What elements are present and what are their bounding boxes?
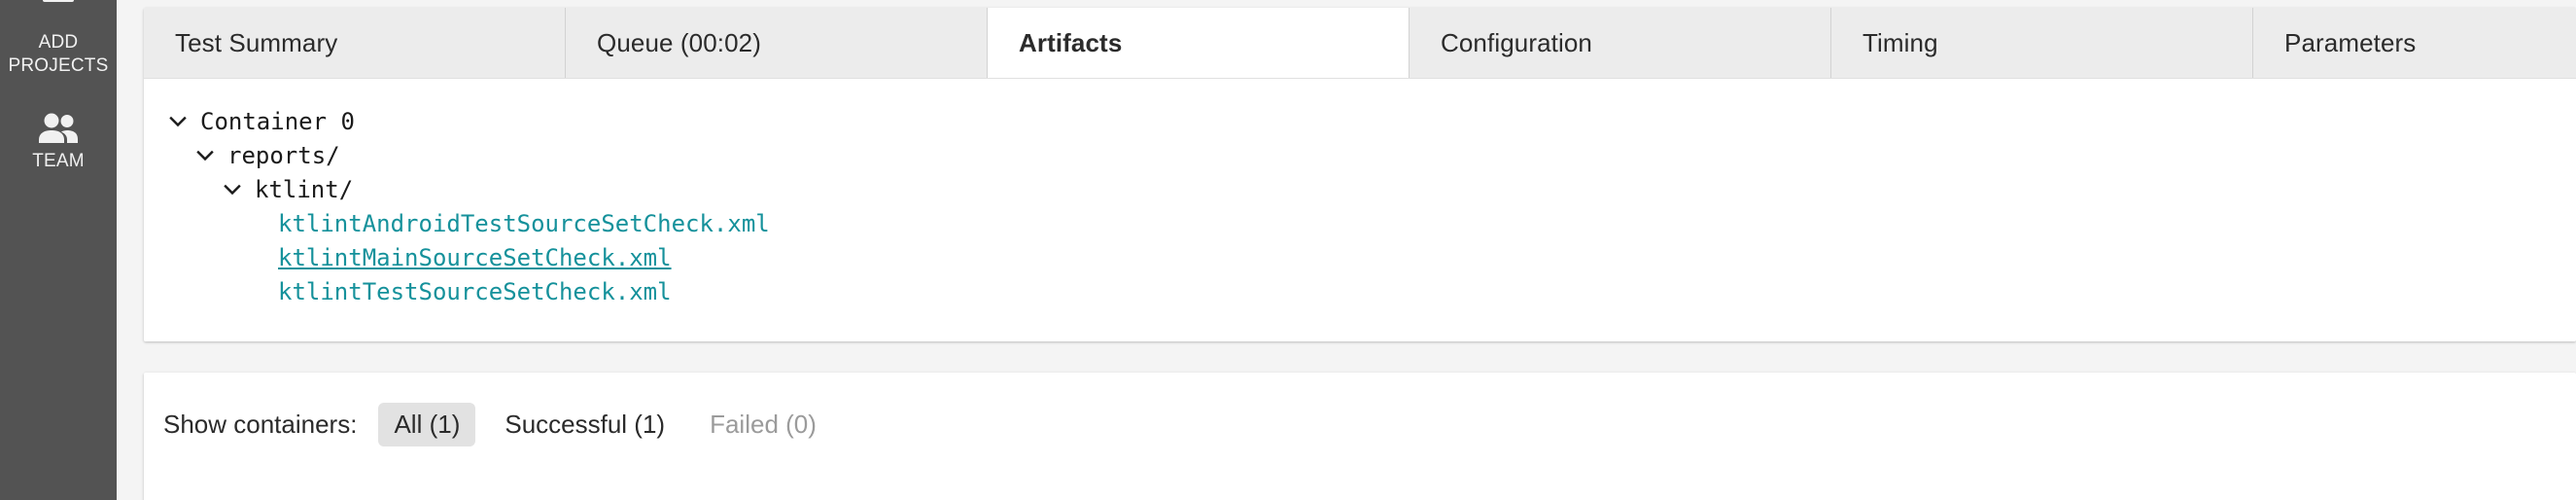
tree-node-label: ktlint/ <box>255 175 354 203</box>
chevron-down-icon[interactable] <box>220 177 245 202</box>
artifact-file-link[interactable]: ktlintMainSourceSetCheck.xml <box>278 244 672 271</box>
tab-label: Queue (00:02) <box>597 27 761 57</box>
sidebar-item-add-projects[interactable]: ADD PROJECTS <box>0 0 117 78</box>
tab-timing[interactable]: Timing <box>1831 8 2253 78</box>
tab-label: Artifacts <box>1019 27 1123 57</box>
tab-configuration[interactable]: Configuration <box>1410 8 1831 78</box>
tab-bar: Test Summary Queue (00:02) Artifacts Con… <box>144 8 2576 79</box>
plus-box-icon <box>36 0 81 31</box>
tree-node-label: reports/ <box>227 141 340 169</box>
chevron-down-icon[interactable] <box>192 143 218 168</box>
artifact-file-link[interactable]: ktlintAndroidTestSourceSetCheck.xml <box>278 210 770 237</box>
tree-row[interactable]: ktlintAndroidTestSourceSetCheck.xml <box>144 206 2576 240</box>
tab-parameters[interactable]: Parameters <box>2253 8 2576 78</box>
tree-row[interactable]: ktlint/ <box>144 172 2576 206</box>
tab-label: Test Summary <box>175 27 338 57</box>
tree-row[interactable]: ktlintTestSourceSetCheck.xml <box>144 274 2576 308</box>
artifact-file-link[interactable]: ktlintTestSourceSetCheck.xml <box>278 278 672 305</box>
tree-row[interactable]: reports/ <box>144 138 2576 172</box>
sidebar-item-label-team: TEAM <box>32 151 85 171</box>
tab-label: Configuration <box>1441 27 1592 57</box>
tab-artifacts[interactable]: Artifacts <box>988 8 1410 78</box>
tab-label: Parameters <box>2284 27 2417 57</box>
chevron-down-icon[interactable] <box>165 109 191 134</box>
sidebar-item-team[interactable]: TEAM <box>0 111 117 173</box>
tab-label: Timing <box>1862 27 1938 57</box>
tree-row[interactable]: ktlintMainSourceSetCheck.xml <box>144 240 2576 274</box>
containers-card: Show containers: All (1) Successful (1) … <box>144 373 2576 500</box>
artifacts-card: Test Summary Queue (00:02) Artifacts Con… <box>144 8 2576 341</box>
tab-test-summary[interactable]: Test Summary <box>144 8 566 78</box>
sidebar-item-label-add-projects: ADD PROJECTS <box>8 32 109 76</box>
artifact-tree: Container 0 reports/ ktlint/ ktlintAndro… <box>144 79 2576 341</box>
people-icon <box>35 111 82 144</box>
tree-row[interactable]: Container 0 <box>144 104 2576 138</box>
main-content: Test Summary Queue (00:02) Artifacts Con… <box>117 0 2576 500</box>
filter-chip-all[interactable]: All (1) <box>378 402 476 446</box>
tree-node-label: Container 0 <box>200 107 355 135</box>
tab-queue[interactable]: Queue (00:02) <box>566 8 988 78</box>
show-containers-filter: Show containers: All (1) Successful (1) … <box>144 402 2576 446</box>
filter-chip-failed: Failed (0) <box>710 409 817 439</box>
left-sidebar: ADD PROJECTS TEAM <box>0 0 117 500</box>
show-containers-label: Show containers: <box>163 409 358 439</box>
filter-chip-successful[interactable]: Successful (1) <box>489 403 680 446</box>
app-root: ADD PROJECTS TEAM Test Summary Queue (00… <box>0 0 2576 500</box>
